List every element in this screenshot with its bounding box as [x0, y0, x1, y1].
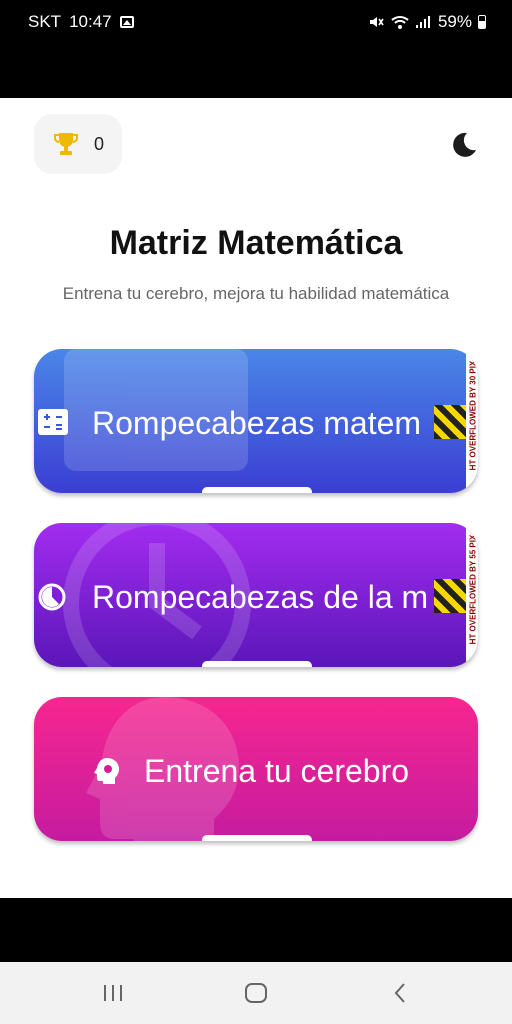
trophy-count: 0 — [93, 133, 104, 154]
memory-puzzles-card[interactable]: Rompecabezas de la m HT OVERFLOWED BY 55… — [34, 523, 478, 671]
math-puzzles-button[interactable]: Rompecabezas matem HT OVERFLOWED BY 30 P… — [34, 349, 478, 493]
clock: 10:47 — [69, 12, 112, 31]
math-puzzles-card[interactable]: Rompecabezas matem HT OVERFLOWED BY 30 P… — [34, 349, 478, 497]
system-navigation-bar — [0, 962, 512, 1024]
gallery-notification-icon — [119, 16, 134, 28]
overflow-warning-text: HT OVERFLOWED BY 55 PIX — [468, 534, 478, 645]
card-bottom-indicator — [202, 487, 312, 493]
calculator-icon — [38, 409, 68, 435]
home-icon — [245, 983, 267, 1003]
overflow-warning-strip: HT OVERFLOWED BY 55 PIX — [466, 523, 478, 667]
carrier-label: SKT — [28, 12, 62, 31]
mute-icon — [369, 17, 384, 27]
train-brain-label: Entrena tu cerebro — [144, 753, 410, 789]
back-icon — [394, 983, 405, 1003]
card-bottom-indicator — [202, 661, 312, 667]
trophy-icon — [53, 133, 78, 155]
bottom-black-area — [0, 898, 512, 962]
back-button[interactable] — [385, 978, 415, 1008]
page-title: Matriz Matemática — [109, 224, 403, 262]
wifi-icon — [391, 16, 409, 29]
overflow-warning-strip: HT OVERFLOWED BY 30 PIX — [466, 349, 478, 493]
status-bar: SKT 10:47 59% — [0, 0, 512, 98]
recent-apps-button[interactable] — [98, 978, 128, 1008]
status-right: 59% — [368, 12, 486, 32]
memory-puzzles-button[interactable]: Rompecabezas de la m HT OVERFLOWED BY 55… — [34, 523, 478, 667]
recent-apps-icon — [104, 985, 122, 1001]
trophy-score-chip[interactable]: 0 — [34, 114, 122, 174]
train-brain-card[interactable]: Entrena tu cerebro — [34, 697, 478, 845]
battery-percent: 59% — [437, 12, 472, 31]
overflow-hazard-stripes — [434, 579, 466, 613]
memory-puzzles-label: Rompecabezas de la m — [92, 579, 429, 615]
card-bottom-indicator — [202, 835, 312, 841]
overflow-hazard-stripes — [434, 405, 466, 439]
math-puzzles-label: Rompecabezas matem — [92, 405, 422, 441]
timer-icon — [38, 583, 66, 611]
home-button[interactable] — [241, 978, 271, 1008]
brain-gear-icon — [94, 758, 119, 784]
battery-icon — [478, 15, 486, 29]
signal-icon — [415, 16, 432, 28]
app-screen: 0 Matriz Matemática Entrena tu cerebro, … — [0, 98, 512, 898]
dark-mode-toggle-icon[interactable] — [448, 130, 478, 160]
page-subtitle: Entrena tu cerebro, mejora tu habilidad … — [62, 284, 450, 303]
train-brain-button[interactable]: Entrena tu cerebro — [34, 697, 478, 841]
overflow-warning-text: HT OVERFLOWED BY 30 PIX — [468, 360, 478, 471]
status-left: SKT 10:47 — [28, 12, 134, 32]
